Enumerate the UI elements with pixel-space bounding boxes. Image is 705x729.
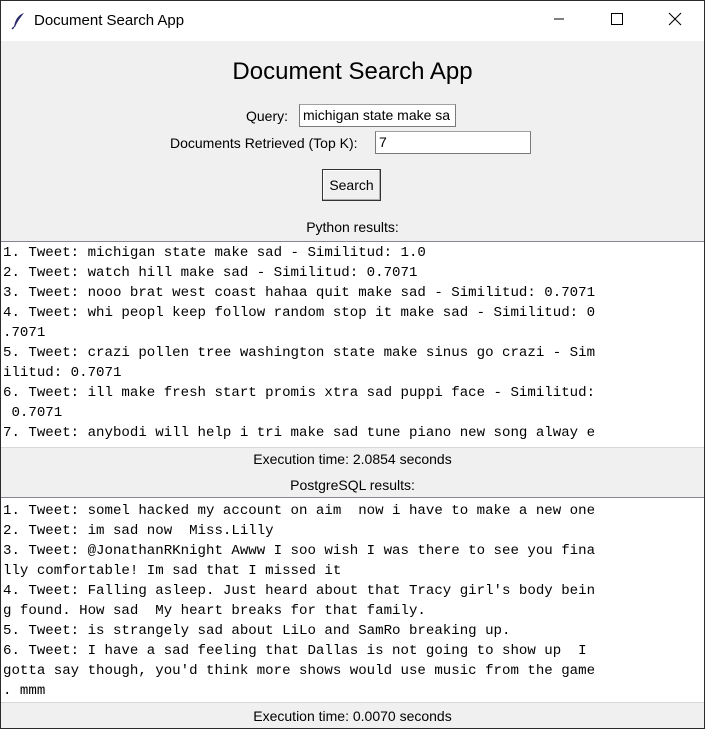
app-window: Document Search App Document Search App … — [0, 0, 705, 729]
python-results-label: Python results: — [306, 219, 399, 235]
topk-label: Documents Retrieved (Top K): — [170, 135, 358, 151]
python-results-text[interactable]: 1. Tweet: michigan state make sad - Simi… — [1, 241, 704, 448]
query-input[interactable]: michigan state make sa — [299, 104, 456, 127]
postgres-results-text[interactable]: 1. Tweet: somel hacked my account on aim… — [1, 497, 704, 703]
result-line: 4. Tweet: Falling asleep. Just heard abo… — [3, 583, 596, 599]
minimize-button[interactable] — [530, 1, 588, 41]
result-line: 3. Tweet: @JonathanRKnight Awww I soo wi… — [3, 543, 596, 559]
maximize-icon — [611, 12, 623, 30]
result-line: lly comfortable! Im sad that I missed it — [3, 563, 342, 579]
result-line: ilitud: 0.7071 — [3, 365, 122, 381]
result-line: . mmm — [3, 683, 46, 699]
python-execution-time: Execution time: 2.0854 seconds — [253, 451, 452, 467]
result-line: 5. Tweet: crazi pollen tree washington s… — [3, 345, 596, 361]
window-title: Document Search App — [34, 12, 185, 29]
feather-icon — [11, 12, 27, 30]
result-line: 5. Tweet: is strangely sad about LiLo an… — [3, 623, 511, 639]
result-line: 2. Tweet: im sad now Miss.Lilly — [3, 523, 274, 539]
result-line: 6. Tweet: I have a sad feeling that Dall… — [3, 643, 587, 659]
result-line: 3. Tweet: nooo brat west coast hahaa qui… — [3, 285, 596, 301]
postgres-execution-time: Execution time: 0.0070 seconds — [253, 708, 452, 724]
result-line: 7. Tweet: anybodi will help i tri make s… — [3, 425, 596, 441]
close-button[interactable] — [646, 1, 704, 41]
title-bar[interactable]: Document Search App — [1, 1, 704, 41]
result-line: g found. How sad My heart breaks for tha… — [3, 603, 426, 619]
result-line: 0.7071 — [3, 405, 63, 421]
query-label: Query: — [246, 108, 289, 124]
page-title: Document Search App — [232, 58, 473, 85]
maximize-button[interactable] — [588, 1, 646, 41]
minimize-icon — [553, 12, 565, 30]
result-line: 4. Tweet: whi peopl keep follow random s… — [3, 305, 596, 321]
result-line: .7071 — [3, 325, 46, 341]
result-line: 2. Tweet: watch hill make sad - Similitu… — [3, 265, 418, 281]
result-line: 6. Tweet: ill make fresh start promis xt… — [3, 385, 596, 401]
result-line: 1. Tweet: somel hacked my account on aim… — [3, 503, 596, 519]
postgres-results-label: PostgreSQL results: — [290, 477, 415, 493]
search-button[interactable]: Search — [322, 169, 381, 201]
result-line: 1. Tweet: michigan state make sad - Simi… — [3, 245, 426, 261]
topk-input[interactable]: 7 — [375, 131, 531, 154]
close-icon — [668, 12, 682, 31]
result-line: gotta say though, you'd think more shows… — [3, 663, 596, 679]
